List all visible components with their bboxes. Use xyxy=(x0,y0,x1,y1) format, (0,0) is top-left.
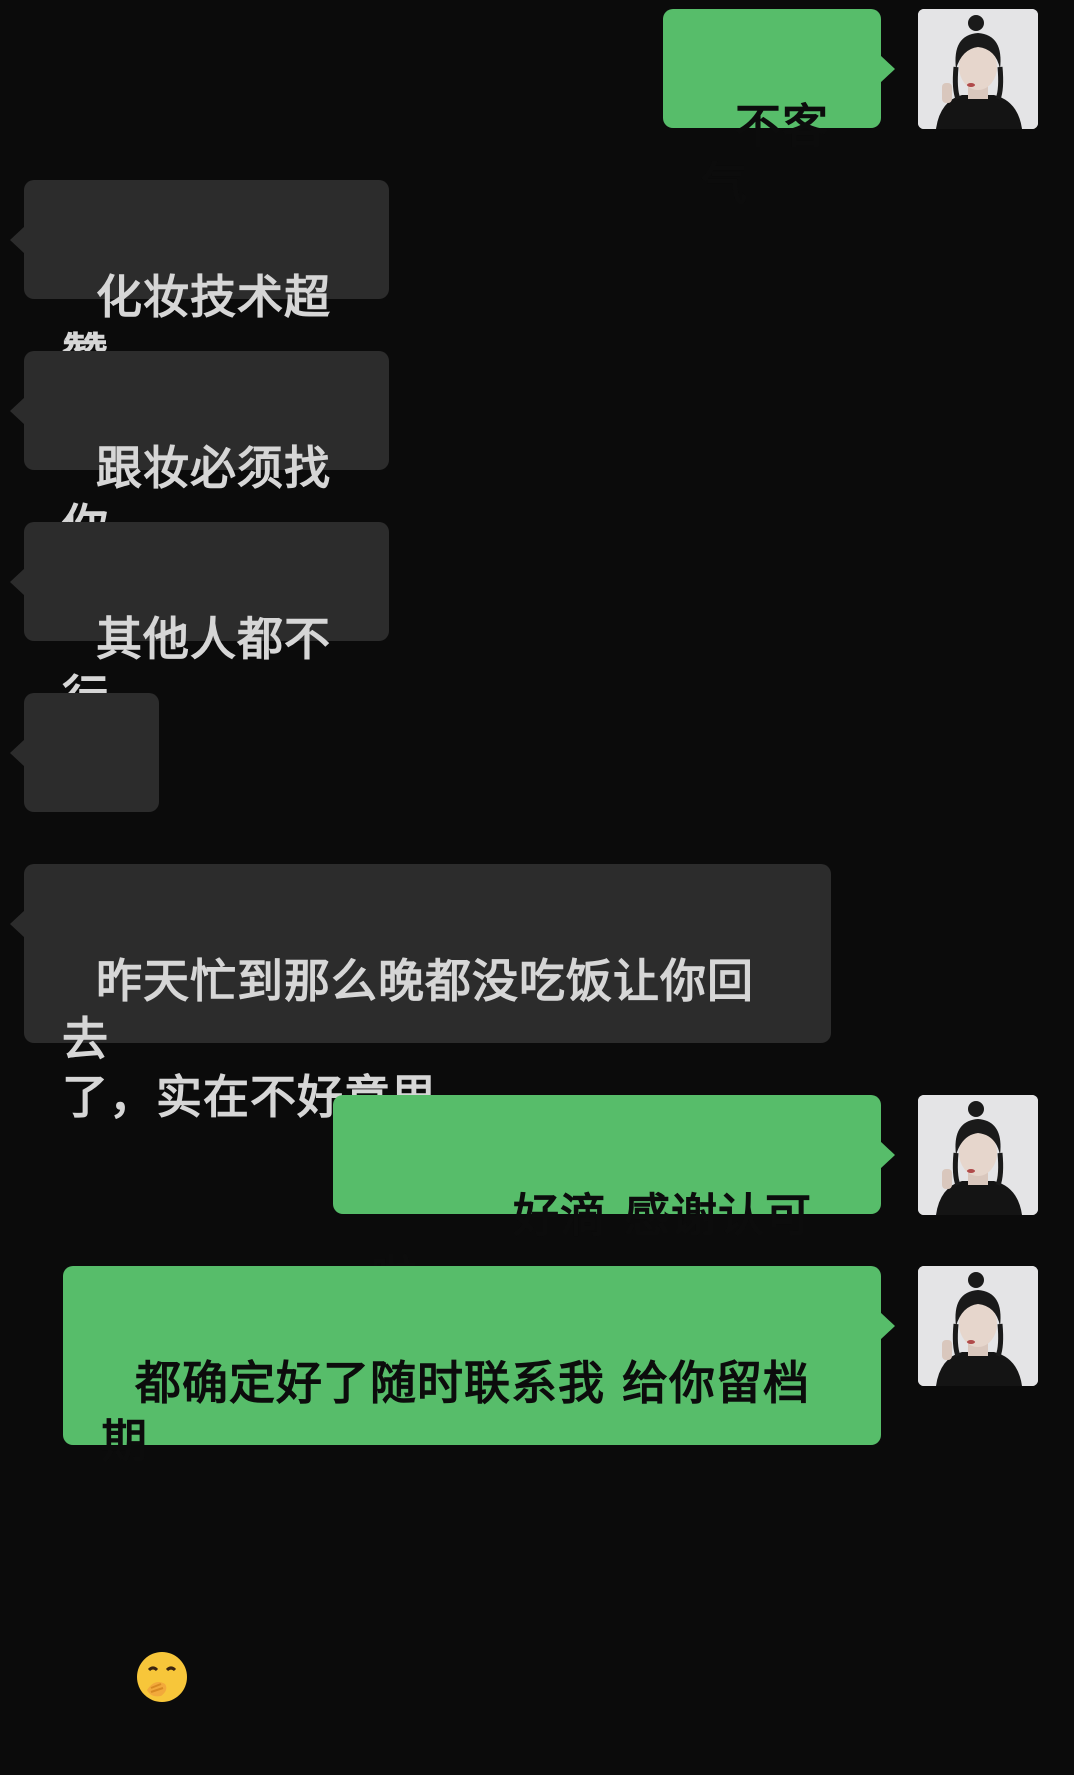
message-bubble-incoming[interactable] xyxy=(10,693,159,1015)
avatar[interactable] xyxy=(918,9,1038,129)
message-text: 不客气 xyxy=(701,99,830,211)
user-avatar-image xyxy=(918,9,1038,129)
message-bubble-outgoing[interactable]: 都确定好了随时联系我 给你留档期 xyxy=(63,1266,895,1702)
message-bubble-incoming[interactable]: 化妆技术超赞 xyxy=(10,180,389,382)
message-bubble-outgoing[interactable]: 好滴 感谢认可啦 xyxy=(333,1095,895,1357)
winking-tongue-emoji xyxy=(405,1189,459,1357)
user-avatar-image xyxy=(918,1095,1038,1215)
message-text: 都确定好了随时联系我 给你留档期 xyxy=(101,1356,811,1468)
shy-giggle-emoji xyxy=(135,1534,189,1702)
avatar[interactable] xyxy=(918,1095,1038,1215)
message-bubble-incoming[interactable]: 跟妆必须找你 xyxy=(10,351,389,553)
user-avatar-image xyxy=(918,1266,1038,1386)
message-bubble-incoming[interactable]: 昨天忙到那么晚都没吃饭让你回去 了，实在不好意思 xyxy=(10,864,831,1124)
winking-tongue-emoji xyxy=(459,1189,513,1357)
message-bubble-incoming[interactable]: 其他人都不行 xyxy=(10,522,389,724)
avatar[interactable] xyxy=(918,1266,1038,1386)
message-bubble-outgoing[interactable]: 不客气 xyxy=(663,9,895,211)
